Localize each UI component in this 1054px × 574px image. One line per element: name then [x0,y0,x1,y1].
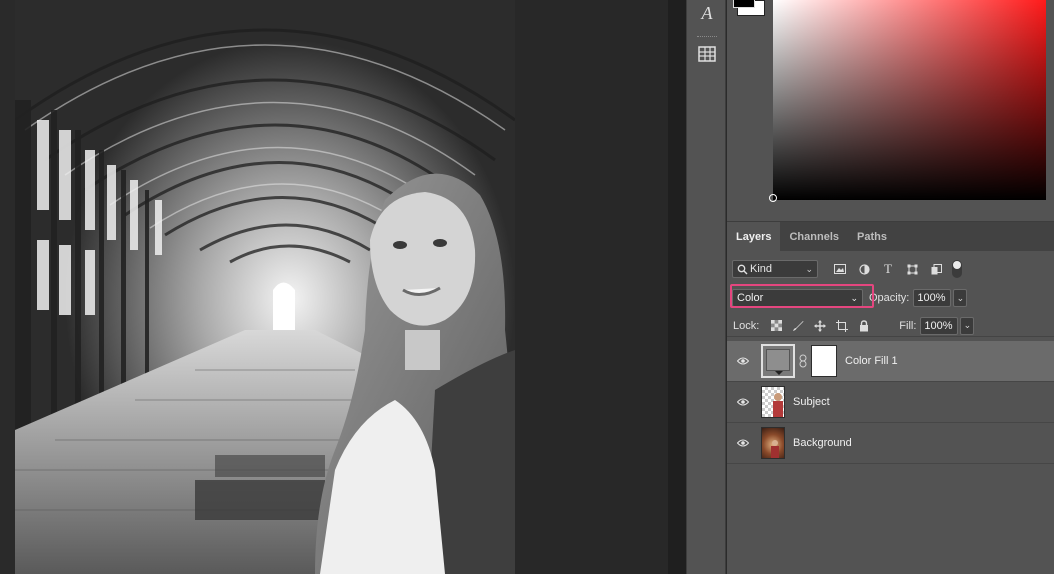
lock-icon [860,319,869,331]
opacity-chevron-icon[interactable]: ⌄ [953,289,968,307]
table-tool-icon [698,46,716,62]
right-panel-dock: Layers Channels Paths Kind ⌄ T Color ⌄ O… [727,0,1054,574]
layers-panel: Layers Channels Paths Kind ⌄ T Color ⌄ O… [727,221,1054,574]
lock-transparent-pixels-button[interactable] [765,317,787,335]
chevron-down-icon: ⌄ [850,292,858,303]
tool-separator [697,36,717,37]
tab-paths[interactable]: Paths [848,222,896,251]
filter-kind-select[interactable]: Kind ⌄ [732,260,818,278]
layer-row-background[interactable]: Background [727,423,1054,464]
layer-name[interactable]: Color Fill 1 [845,355,898,367]
layer-row-color-fill[interactable]: Color Fill 1 [727,341,1054,382]
layer-name[interactable]: Subject [793,396,830,408]
document-artwork[interactable] [15,0,515,574]
cloister-portrait-image [15,0,515,574]
type-icon: T [884,261,892,276]
lock-image-pixels-button[interactable] [787,317,809,335]
layer-filter-row: Kind ⌄ T [732,259,1054,279]
visibility-toggle[interactable] [727,439,759,447]
layer-name[interactable]: Background [793,437,852,449]
chevron-down-icon: ⌄ [805,263,813,274]
eye-icon [737,398,749,406]
blend-mode-select[interactable]: Color ⌄ [732,289,863,307]
adjustment-icon [858,263,870,275]
layer-mask-thumbnail[interactable] [811,345,837,377]
smart-object-filter-button[interactable] [924,260,948,278]
tab-layers[interactable]: Layers [727,222,781,251]
panel-tabs: Layers Channels Paths [727,222,1054,251]
subject-layer-thumbnail[interactable] [761,386,785,418]
shape-filter-button[interactable] [900,260,924,278]
color-panel [727,0,1054,218]
blend-mode-row: Color ⌄ Opacity: 100% ⌄ [732,287,1054,309]
filter-toggle-switch[interactable] [952,260,962,278]
image-filter-button[interactable] [828,260,852,278]
shape-icon [907,264,917,274]
fill-chevron-icon[interactable]: ⌄ [960,316,975,335]
layer-list: Color Fill 1 Subject Background [727,341,1054,464]
lock-label: Lock: [733,319,760,332]
type-filter-button[interactable]: T [876,260,900,278]
smart-object-icon [931,263,942,274]
image-icon [834,264,846,274]
opacity-field[interactable]: 100% [913,289,952,307]
opacity-value: 100% [917,292,946,304]
filter-kind-label: Kind [750,263,773,275]
lock-all-button[interactable] [853,317,875,335]
color-picker-field[interactable] [773,0,1046,200]
move-icon [814,319,827,332]
visibility-toggle[interactable] [727,357,759,365]
fill-value: 100% [924,319,953,332]
link-icon[interactable] [799,354,807,368]
eye-icon [737,439,749,447]
fill-label: Fill: [899,319,917,332]
visibility-toggle[interactable] [727,398,759,406]
fill-layer-thumbnail[interactable] [761,344,795,378]
type-tool-icon: A [701,2,713,23]
filter-icons: T [828,260,962,278]
lock-position-button[interactable] [809,317,831,335]
layer-row-subject[interactable]: Subject [727,382,1054,423]
eye-icon [737,357,749,365]
adjustment-filter-button[interactable] [852,260,876,278]
panel-gutter [668,0,686,574]
search-icon [737,264,748,274]
artboard-icon [836,319,849,332]
background-layer-thumbnail[interactable] [761,427,785,459]
photoshop-window: A Layers Channels Paths Kind ⌄ T Color ⌄… [0,0,1054,574]
document-canvas-area [0,0,668,574]
foreground-color-swatch[interactable] [733,0,755,8]
tool-strip: A [686,0,726,574]
canvas-pasteboard [0,0,15,574]
fill-field[interactable]: 100% [920,316,959,335]
type-tool-button[interactable]: A [695,2,719,24]
lock-artboard-button[interactable] [831,317,853,335]
tab-channels[interactable]: Channels [780,222,848,251]
blend-mode-value: Color [737,292,764,304]
brush-icon [793,320,804,331]
checkerboard-icon [770,320,782,331]
table-tool-button[interactable] [695,43,719,65]
color-picker-cursor[interactable] [769,194,777,202]
lock-row: Lock: Fill: 100% ⌄ [727,315,1054,337]
opacity-label: Opacity: [869,292,910,304]
